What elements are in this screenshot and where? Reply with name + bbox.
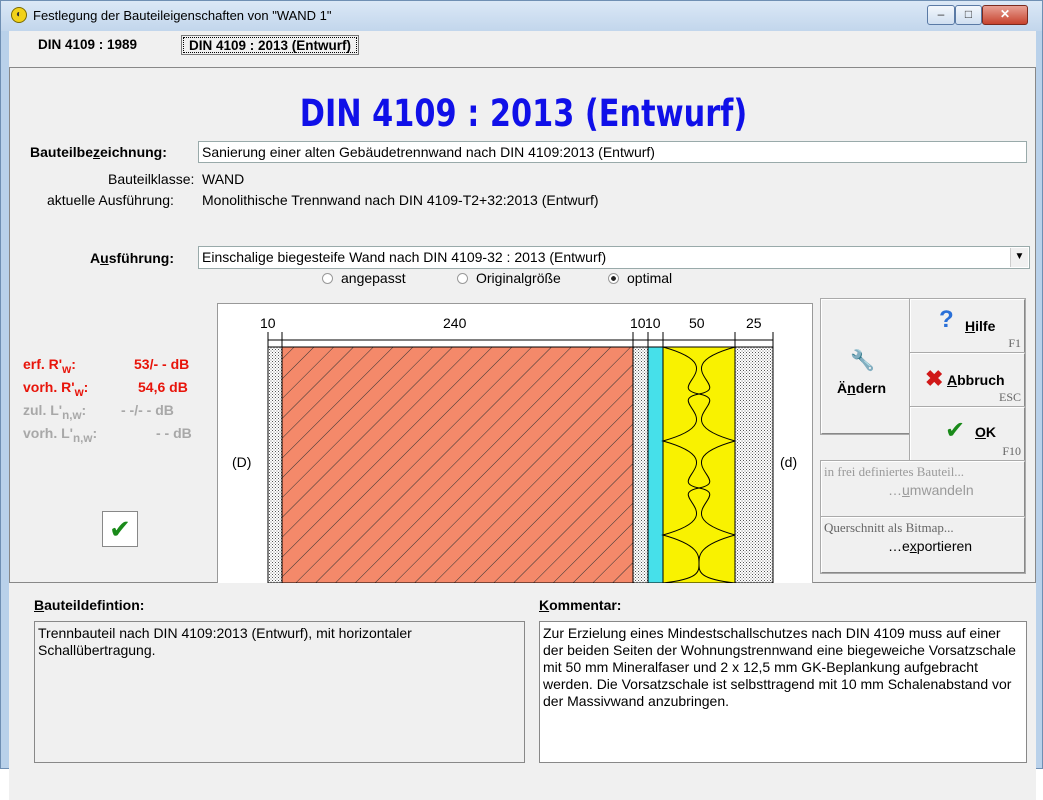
plaster-right-layer [632, 346, 649, 584]
window-title: Festlegung der Bauteileigenschaften von … [33, 8, 332, 23]
close-button[interactable]: ✕ [982, 5, 1028, 25]
class-label: Bauteilklasse: [108, 171, 195, 187]
vorh-rw-label: vorh. R'w: [23, 379, 89, 399]
left-side-label: (D) [232, 454, 251, 470]
radio-angepasst[interactable]: angepasst [322, 270, 406, 286]
designation-input[interactable]: Sanierung einer alten Gebäudetrennwand n… [198, 141, 1027, 163]
designation-label: Bauteilbezeichnung: [30, 144, 167, 160]
export-line1: Querschnitt als Bitmap... [824, 520, 954, 535]
help-icon: ? [939, 306, 954, 333]
tab-din-2013[interactable]: DIN 4109 : 2013 (Entwurf) [181, 35, 360, 55]
execution-select[interactable]: Einschalige biegesteife Wand nach DIN 41… [198, 246, 1030, 269]
ok-label: OK [975, 424, 997, 440]
right-side-label: (d) [780, 454, 797, 470]
client-area: DIN 4109 : 1989 DIN 4109 : 2013 (Entwurf… [9, 31, 1036, 800]
title-bar[interactable]: ◐ Festlegung der Bauteileigenschaften vo… [1, 1, 1042, 31]
class-value: WAND [202, 171, 245, 187]
export-line2: …exportieren [888, 538, 973, 554]
vorh-lnw-label: vorh. L'n,w: [23, 425, 98, 445]
cavity-layer [647, 346, 664, 584]
zul-lnw-label: zul. L'n,w: [23, 402, 87, 422]
radio-optimal[interactable]: optimal [608, 270, 672, 286]
wrench-icon: 🔧 [850, 350, 875, 372]
execution-value: Einschalige biegesteife Wand nach DIN 41… [202, 249, 607, 265]
comment-label: Kommentar: [539, 597, 622, 613]
gk-board-layer [734, 346, 774, 584]
aendern-button[interactable]: 🔧 Ändern [820, 298, 911, 435]
definition-label: Bauteildefintion: [34, 597, 145, 613]
aendern-label: Ändern [837, 380, 887, 396]
vorh-rw-value: 54,6 dB [138, 379, 188, 395]
hilfe-label: Hilfe [965, 318, 996, 334]
dim-10b: 10 [630, 315, 646, 331]
dim-10a: 10 [260, 315, 276, 331]
ok-shortcut: F10 [1002, 444, 1021, 458]
dim-240: 240 [443, 315, 467, 331]
export-button[interactable]: Querschnitt als Bitmap... …exportieren [820, 516, 1026, 574]
zul-lnw-value: - -/- - dB [121, 402, 174, 418]
masonry-layer [281, 346, 634, 584]
minimize-button[interactable]: – [927, 5, 955, 25]
dim-10c: 10 [645, 315, 661, 331]
check-icon[interactable]: ✔ [102, 511, 138, 547]
convert-button[interactable]: in frei definiertes Bauteil... …umwandel… [820, 460, 1026, 518]
erf-rw-value: 53/- - dB [134, 356, 190, 372]
insulation-layer [662, 346, 736, 584]
abbruch-label: Abbruch [947, 372, 1005, 388]
execution-label: Ausführung: [90, 250, 175, 266]
tab-din-1989[interactable]: DIN 4109 : 1989 [31, 35, 144, 57]
bottom-area: Bauteildefintion: Trennbauteil nach DIN … [9, 583, 1036, 800]
erf-rw-label: erf. R'w: [23, 356, 76, 376]
radio-originalgroesse[interactable]: Originalgröße [457, 270, 561, 286]
definition-textarea[interactable]: Trennbauteil nach DIN 4109:2013 (Entwurf… [34, 621, 525, 763]
comment-textarea[interactable]: Zur Erzielung eines Mindestschallschutze… [539, 621, 1027, 763]
dim-50: 50 [689, 315, 705, 331]
abbruch-shortcut: ESC [998, 390, 1021, 404]
hilfe-shortcut: F1 [1008, 336, 1021, 350]
current-label: aktuelle Ausführung: [47, 192, 174, 208]
wall-cross-section: 10 240 10 10 50 25 (D) (d) [217, 303, 813, 596]
chevron-down-icon[interactable]: ▼ [1010, 248, 1028, 267]
convert-line1: in frei definiertes Bauteil... [824, 464, 965, 479]
app-icon: ◐ [11, 7, 27, 23]
hilfe-button[interactable]: ? Hilfe F1 [909, 298, 1026, 354]
tab-bar: DIN 4109 : 1989 DIN 4109 : 2013 (Entwurf… [9, 31, 1036, 71]
abbruch-button[interactable]: ✖ Abbruch ESC [909, 352, 1026, 408]
plaster-left-layer [267, 346, 283, 584]
vorh-lnw-value: - - dB [156, 425, 192, 441]
convert-line2: …umwandeln [888, 482, 974, 498]
dialog-window: ◐ Festlegung der Bauteileigenschaften vo… [0, 0, 1043, 800]
cancel-x-icon: ✖ [925, 366, 944, 391]
page-title: DIN 4109 : 2013 (Entwurf) [299, 92, 748, 135]
ok-check-icon: ✔ [945, 417, 966, 444]
cross-section-svg: 10 240 10 10 50 25 (D) (d) [232, 315, 797, 584]
current-value: Monolithische Trennwand nach DIN 4109-T2… [202, 192, 599, 208]
dim-25: 25 [746, 315, 762, 331]
maximize-button[interactable]: □ [955, 5, 982, 25]
dimension-line [267, 332, 774, 348]
ok-button[interactable]: ✔ OK F10 [909, 406, 1026, 462]
